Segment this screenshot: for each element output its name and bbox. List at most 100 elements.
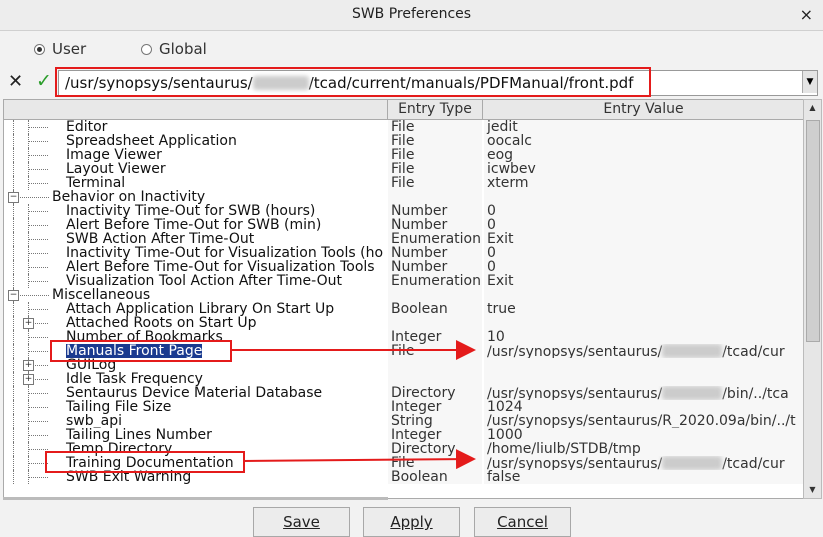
row-value-cell[interactable]: /usr/synopsys/sentaurus/ /tcad/cur bbox=[484, 456, 803, 470]
table-row[interactable]: Layout Viewer File icwbev bbox=[4, 162, 803, 176]
row-value: 0 bbox=[487, 246, 496, 260]
row-value-cell[interactable]: false bbox=[484, 470, 803, 484]
tree-line bbox=[13, 120, 14, 134]
table-row[interactable]: Attach Application Library On Start Up Bo… bbox=[4, 302, 803, 316]
row-value-cell[interactable]: oocalc bbox=[484, 134, 803, 148]
row-label: swb_api bbox=[66, 414, 122, 428]
row-value-cell[interactable]: 0 bbox=[484, 218, 803, 232]
table-row[interactable]: Visualization Tool Action After Time-Out… bbox=[4, 274, 803, 288]
row-label: Image Viewer bbox=[66, 148, 162, 162]
row-label-cell: Tailing File Size bbox=[4, 400, 387, 414]
accept-edit-icon[interactable]: ✓ bbox=[36, 70, 52, 92]
row-value-cell[interactable] bbox=[484, 358, 803, 372]
tree-line bbox=[13, 456, 14, 470]
table-row[interactable]: Terminal File xterm bbox=[4, 176, 803, 190]
tree-line bbox=[28, 449, 48, 450]
table-row[interactable]: Spreadsheet Application File oocalc bbox=[4, 134, 803, 148]
row-value-cell[interactable] bbox=[484, 190, 803, 204]
save-button[interactable]: Save bbox=[253, 507, 350, 537]
tree-line bbox=[13, 470, 14, 484]
row-type-cell bbox=[388, 372, 482, 386]
global-radio[interactable]: Global bbox=[141, 40, 207, 58]
table-row[interactable]: Tailing Lines Number Integer 1000 bbox=[4, 428, 803, 442]
row-value: /usr/synopsys/sentaurus/ bbox=[487, 456, 663, 470]
table-row[interactable]: Alert Before Time-Out for Visualization … bbox=[4, 260, 803, 274]
table-row[interactable]: − Miscellaneous bbox=[4, 288, 803, 302]
user-radio[interactable]: User bbox=[34, 40, 86, 58]
tree-line bbox=[28, 309, 48, 310]
tree-line bbox=[28, 267, 48, 268]
apply-button[interactable]: Apply bbox=[363, 507, 460, 537]
row-value-cell[interactable]: true bbox=[484, 302, 803, 316]
row-type-cell: String bbox=[388, 414, 482, 428]
tree-line bbox=[28, 421, 48, 422]
scroll-up-icon[interactable]: ▲ bbox=[804, 100, 821, 116]
row-type-cell: Enumeration bbox=[388, 274, 482, 288]
row-value-cell[interactable]: 1000 bbox=[484, 428, 803, 442]
expand-icon[interactable]: + bbox=[23, 318, 34, 329]
row-type-cell: File bbox=[388, 162, 482, 176]
row-value: /home/liulb/STDB/tmp bbox=[487, 442, 641, 456]
close-icon[interactable]: × bbox=[800, 5, 813, 24]
row-label-cell: Attach Application Library On Start Up bbox=[4, 302, 387, 316]
row-value-cell[interactable]: icwbev bbox=[484, 162, 803, 176]
cancel-edit-icon[interactable]: ✕ bbox=[8, 71, 23, 92]
table-row[interactable]: SWB Action After Time-Out Enumeration Exit bbox=[4, 232, 803, 246]
row-value-cell[interactable]: 1024 bbox=[484, 400, 803, 414]
collapse-icon[interactable]: − bbox=[8, 192, 19, 203]
table-row[interactable]: Image Viewer File eog bbox=[4, 148, 803, 162]
row-value-cell[interactable]: jedit bbox=[484, 120, 803, 134]
table-row[interactable]: Editor File jedit bbox=[4, 120, 803, 134]
tree-line bbox=[28, 239, 48, 240]
row-value-cell[interactable]: 10 bbox=[484, 330, 803, 344]
cancel-button[interactable]: Cancel bbox=[474, 507, 571, 537]
row-value: 1000 bbox=[487, 428, 523, 442]
row-value-cell[interactable]: 0 bbox=[484, 246, 803, 260]
row-value-cell[interactable] bbox=[484, 316, 803, 330]
row-value-cell[interactable]: Exit bbox=[484, 232, 803, 246]
tree-line bbox=[13, 344, 14, 358]
row-label: Layout Viewer bbox=[66, 162, 166, 176]
table-row[interactable]: swb_api String/usr/synopsys/sentaurus/R_2… bbox=[4, 414, 803, 428]
table-row[interactable]: + Attached Roots on Start Up bbox=[4, 316, 803, 330]
table-row[interactable]: Sentaurus Device Material Database Direct… bbox=[4, 386, 803, 400]
row-type-cell bbox=[388, 316, 482, 330]
horizontal-scrollbar[interactable] bbox=[3, 497, 388, 500]
scroll-down-icon[interactable]: ▼ bbox=[804, 482, 821, 498]
table-row[interactable]: Tailing File Size Integer 1024 bbox=[4, 400, 803, 414]
table-row[interactable]: − Behavior on Inactivity bbox=[4, 190, 803, 204]
column-header-entry-type[interactable]: Entry Type bbox=[387, 100, 482, 119]
table-row[interactable]: + Idle Task Frequency bbox=[4, 372, 803, 386]
row-value-cell[interactable]: xterm bbox=[484, 176, 803, 190]
row-value-cell[interactable]: 0 bbox=[484, 260, 803, 274]
table-row[interactable]: Inactivity Time-Out for Visualization To… bbox=[4, 246, 803, 260]
expand-icon[interactable]: + bbox=[23, 374, 34, 385]
redacted-version bbox=[662, 344, 723, 358]
row-value: xterm bbox=[487, 176, 529, 190]
row-value-cell[interactable]: /usr/synopsys/sentaurus/ /tcad/cur bbox=[484, 344, 803, 358]
row-value-cell[interactable]: /usr/synopsys/sentaurus/R_2020.09a/bin/.… bbox=[484, 414, 803, 428]
row-type-cell bbox=[388, 190, 482, 204]
row-value-cell[interactable]: 0 bbox=[484, 204, 803, 218]
row-value-cell[interactable]: /usr/synopsys/sentaurus/ /bin/../tca bbox=[484, 386, 803, 400]
table-row[interactable]: Inactivity Time-Out for SWB (hours) Numbe… bbox=[4, 204, 803, 218]
table-row[interactable]: Alert Before Time-Out for SWB (min) Numbe… bbox=[4, 218, 803, 232]
row-label-cell: Layout Viewer bbox=[4, 162, 387, 176]
row-value-cell[interactable]: eog bbox=[484, 148, 803, 162]
collapse-icon[interactable]: − bbox=[8, 290, 19, 301]
expand-icon[interactable]: + bbox=[23, 360, 34, 371]
column-header-entry-value[interactable]: Entry Value bbox=[482, 100, 803, 119]
row-value: 1024 bbox=[487, 400, 523, 414]
dropdown-arrow-icon[interactable]: ▼ bbox=[802, 71, 817, 93]
row-label: Tailing Lines Number bbox=[66, 428, 212, 442]
row-label: Visualization Tool Action After Time-Out bbox=[66, 274, 342, 288]
row-value-cell[interactable] bbox=[484, 288, 803, 302]
row-value-cell[interactable] bbox=[484, 372, 803, 386]
row-value-cell[interactable]: /home/liulb/STDB/tmp bbox=[484, 442, 803, 456]
row-label: Alert Before Time-Out for Visualization … bbox=[66, 260, 375, 274]
scrollbar-thumb[interactable] bbox=[806, 120, 820, 342]
row-type-cell: Number bbox=[388, 204, 482, 218]
vertical-scrollbar[interactable]: ▲ ▼ bbox=[803, 99, 822, 499]
row-value-cell[interactable]: Exit bbox=[484, 274, 803, 288]
tree-line bbox=[28, 393, 48, 394]
